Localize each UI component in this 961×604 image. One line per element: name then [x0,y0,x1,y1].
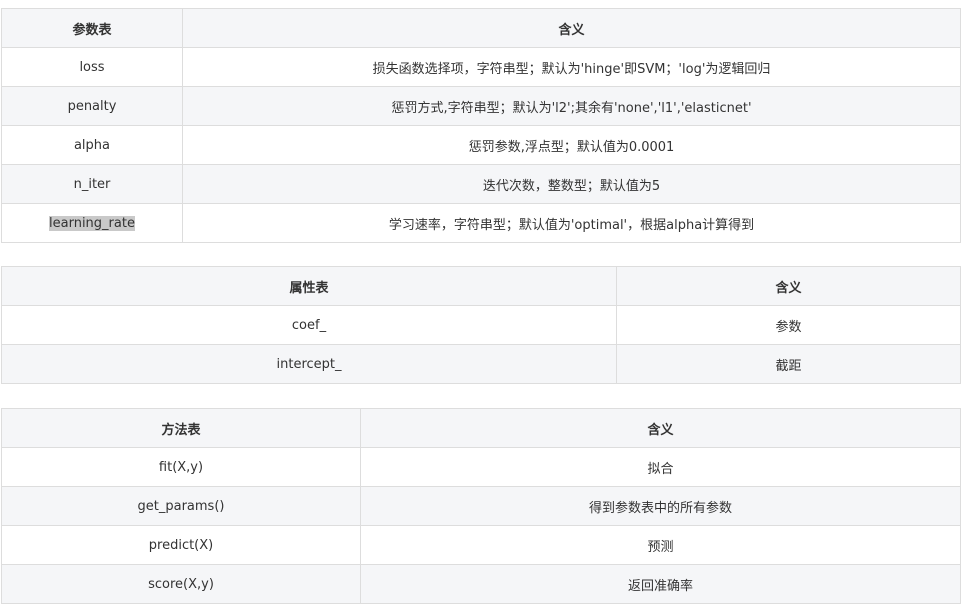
method-name-cell: predict(X) [1,525,361,565]
table-row: n_iter 迭代次数，整数型；默认值为5 [1,164,961,204]
table-row: loss 损失函数选择项，字符串型；默认为'hinge'即SVM；'log'为逻… [1,47,961,87]
table-row: learning_rate 学习速率，字符串型；默认值为'optimal'，根据… [1,203,961,243]
table-row: alpha 惩罚参数,浮点型；默认值为0.0001 [1,125,961,165]
param-name-cell: alpha [1,125,183,165]
attribute-desc-cell: 截距 [616,344,961,384]
table-row: coef_ 参数 [1,305,961,345]
param-name-cell: learning_rate [1,203,183,243]
attributes-table: 属性表 含义 coef_ 参数 intercept_ 截距 [1,266,961,384]
param-name-cell: n_iter [1,164,183,204]
param-name-cell: penalty [1,86,183,126]
table-row: penalty 惩罚方式,字符串型；默认为'l2';其余有'none','l1'… [1,86,961,126]
param-desc-cell: 损失函数选择项，字符串型；默认为'hinge'即SVM；'log'为逻辑回归 [182,47,961,87]
method-desc-cell: 预测 [360,525,961,565]
method-desc-cell: 得到参数表中的所有参数 [360,486,961,526]
table-row: intercept_ 截距 [1,344,961,384]
method-desc-cell: 拟合 [360,447,961,487]
column-header: 含义 [616,266,961,306]
param-desc-cell: 惩罚参数,浮点型；默认值为0.0001 [182,125,961,165]
column-header: 含义 [182,8,961,48]
table-header-row: 参数表 含义 [1,8,961,48]
param-name-cell: loss [1,47,183,87]
attribute-name-cell: intercept_ [1,344,617,384]
column-header: 参数表 [1,8,183,48]
param-desc-cell: 迭代次数，整数型；默认值为5 [182,164,961,204]
attribute-name-cell: coef_ [1,305,617,345]
param-desc-cell: 学习速率，字符串型；默认值为'optimal'，根据alpha计算得到 [182,203,961,243]
table-row: predict(X) 预测 [1,525,961,565]
column-header: 含义 [360,408,961,448]
method-name-cell: get_params() [1,486,361,526]
method-name-cell: fit(X,y) [1,447,361,487]
method-name-cell: score(X,y) [1,564,361,604]
table-header-row: 方法表 含义 [1,408,961,448]
column-header: 属性表 [1,266,617,306]
attribute-desc-cell: 参数 [616,305,961,345]
column-header: 方法表 [1,408,361,448]
table-header-row: 属性表 含义 [1,266,961,306]
method-desc-cell: 返回准确率 [360,564,961,604]
text-selection-highlight[interactable]: learning_rate [49,215,135,231]
methods-table: 方法表 含义 fit(X,y) 拟合 get_params() 得到参数表中的所… [1,408,961,604]
table-row: fit(X,y) 拟合 [1,447,961,487]
params-table: 参数表 含义 loss 损失函数选择项，字符串型；默认为'hinge'即SVM；… [1,8,961,243]
table-row: get_params() 得到参数表中的所有参数 [1,486,961,526]
param-desc-cell: 惩罚方式,字符串型；默认为'l2';其余有'none','l1','elasti… [182,86,961,126]
table-row: score(X,y) 返回准确率 [1,564,961,604]
